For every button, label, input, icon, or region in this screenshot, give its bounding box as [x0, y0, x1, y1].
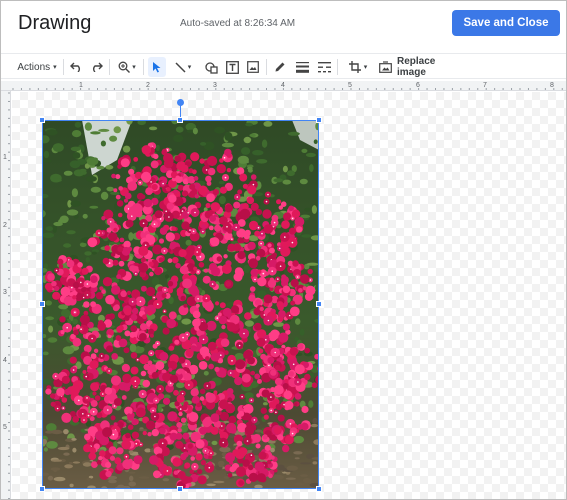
- chevron-down-icon: ▾: [53, 64, 57, 71]
- ruler-number: 3: [3, 289, 7, 296]
- chevron-down-icon: ▾: [132, 64, 136, 71]
- toolbar-divider: [143, 59, 144, 75]
- line-weight-icon[interactable]: [293, 57, 311, 77]
- replace-image-label: Replace image: [397, 56, 436, 78]
- toolbar: Actions ▾ ▾ ▾ ▾ Replace image: [1, 53, 566, 79]
- ruler-number: 2: [3, 222, 7, 229]
- resize-handle-bottom[interactable]: [177, 486, 183, 492]
- zoom-icon[interactable]: ▾: [113, 57, 141, 77]
- resize-handle-bottom-left[interactable]: [39, 486, 45, 492]
- line-dash-icon[interactable]: [315, 57, 333, 77]
- actions-label: Actions: [17, 61, 51, 73]
- ruler-number: 8: [550, 82, 554, 89]
- actions-menu[interactable]: Actions ▾: [15, 57, 59, 77]
- toolbar-divider: [266, 59, 267, 75]
- ruler-number: 3: [213, 82, 217, 89]
- ruler-number: 4: [3, 357, 7, 364]
- ruler-number: 6: [416, 82, 420, 89]
- resize-handle-left[interactable]: [39, 301, 45, 307]
- resize-handle-right[interactable]: [316, 301, 322, 307]
- resize-handle-top[interactable]: [177, 117, 183, 123]
- drawing-dialog: Drawing Auto-saved at 8:26:34 AM Save an…: [0, 0, 567, 500]
- select-icon[interactable]: [148, 57, 166, 77]
- image-icon[interactable]: [244, 57, 262, 77]
- bougainvillea-image[interactable]: [42, 120, 319, 489]
- chevron-down-icon: ▾: [187, 64, 192, 71]
- vertical-ruler: 1 2 3 4 5: [1, 91, 11, 499]
- ruler-number: 7: [483, 82, 487, 89]
- line-icon[interactable]: ▾: [169, 57, 197, 77]
- ruler-number: 2: [146, 82, 150, 89]
- dialog-title: Drawing: [18, 12, 92, 34]
- resize-handle-top-right[interactable]: [316, 117, 322, 123]
- rotate-handle[interactable]: [177, 99, 184, 106]
- crop-icon[interactable]: ▾: [343, 57, 373, 77]
- textbox-icon[interactable]: [223, 57, 241, 77]
- ruler-number: 1: [79, 82, 83, 89]
- toolbar-divider: [63, 59, 64, 75]
- flower-photo: [42, 120, 319, 489]
- resize-handle-bottom-right[interactable]: [316, 486, 322, 492]
- drawing-canvas[interactable]: [12, 92, 566, 499]
- ruler-number: 5: [3, 424, 7, 431]
- horizontal-ruler: 1 2 3 4 5 6 7 8: [1, 81, 566, 91]
- ruler-number: 4: [281, 82, 285, 89]
- pen-icon[interactable]: [271, 57, 289, 77]
- reset-image-icon[interactable]: [376, 57, 394, 77]
- toolbar-divider: [109, 59, 110, 75]
- autosave-status: Auto-saved at 8:26:34 AM: [180, 18, 296, 29]
- replace-image-button[interactable]: Replace image: [397, 56, 461, 78]
- ruler-number: 5: [348, 82, 352, 89]
- save-and-close-button[interactable]: Save and Close: [452, 10, 560, 36]
- toolbar-divider: [337, 59, 338, 75]
- resize-handle-top-left[interactable]: [39, 117, 45, 123]
- undo-icon[interactable]: [67, 57, 85, 77]
- redo-icon[interactable]: [87, 57, 105, 77]
- shape-icon[interactable]: [202, 57, 220, 77]
- header: Drawing Auto-saved at 8:26:34 AM Save an…: [1, 1, 566, 51]
- ruler-number: 1: [3, 154, 7, 161]
- chevron-down-icon: ▾: [363, 64, 368, 71]
